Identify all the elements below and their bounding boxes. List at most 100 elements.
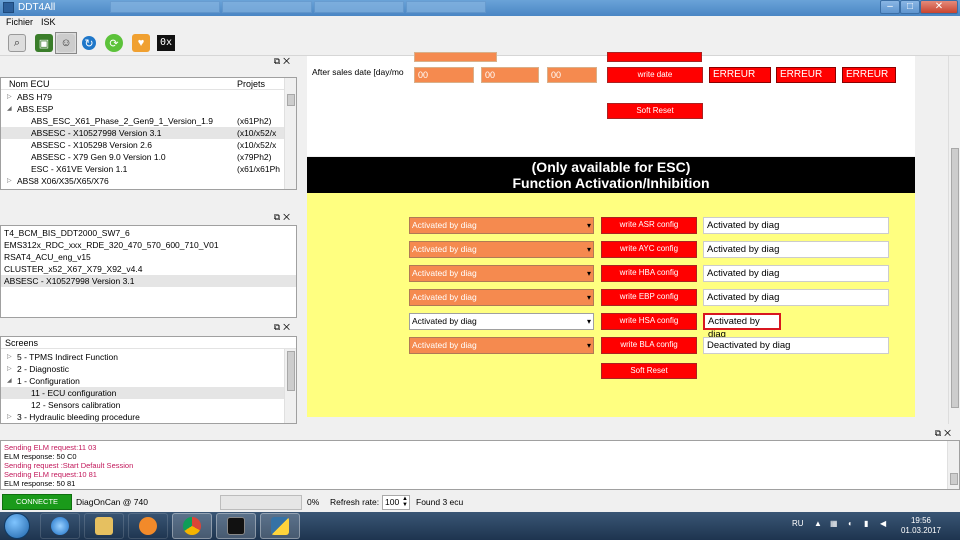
field-partial[interactable] — [414, 52, 497, 62]
config-status-readout: Activated by diag — [703, 241, 889, 258]
write-date-button[interactable]: write date — [607, 67, 703, 83]
screen-tree-row[interactable]: ▷ 5 - TPMS Indirect Function — [1, 351, 285, 363]
obd-adapter-icon[interactable]: ▣ — [33, 32, 55, 54]
expand-arrow-icon[interactable]: ▷ — [7, 175, 12, 187]
write-config-button[interactable]: write EBP config — [601, 289, 697, 306]
ecu-tree-scrollbar[interactable] — [284, 78, 296, 189]
taskbar-media-player-icon[interactable] — [128, 513, 168, 539]
function-mode-select[interactable]: Activated by diag ▾ — [409, 289, 594, 306]
ecu-list-item[interactable]: T4_BCM_BIS_DDT2000_SW7_6 — [1, 227, 296, 239]
hex-mode-icon[interactable]: 0x — [155, 32, 177, 54]
write-button-partial[interactable] — [607, 52, 702, 62]
screen-tree-row[interactable]: ▷ 2 - Diagnostic — [1, 363, 285, 375]
tray-icon[interactable]: ◐ — [848, 519, 853, 528]
chevron-down-icon[interactable]: ▾ — [587, 314, 591, 329]
chevron-down-icon[interactable]: ▾ — [587, 266, 591, 281]
collapse-arrow-icon[interactable]: ◢ — [7, 375, 12, 387]
function-mode-select[interactable]: Activated by diag ▾ — [409, 313, 594, 330]
volume-icon[interactable]: ◀ — [880, 519, 886, 528]
taskbar-explorer-icon[interactable] — [84, 513, 124, 539]
spin-arrows-icon[interactable]: ▲ ▼ — [402, 496, 408, 508]
after-sales-day-field[interactable]: 00 — [414, 67, 474, 83]
ecu-name: ABSESC - X105298 Version 2.6 — [31, 140, 152, 150]
panel-float-close-icon[interactable]: ⧉✕ — [274, 322, 293, 333]
chevron-down-icon[interactable]: ▾ — [587, 242, 591, 257]
taskbar-chrome-icon[interactable] — [172, 513, 212, 539]
ecu-tree-row[interactable]: ◢ ABS.ESP — [1, 103, 285, 115]
ecu-list-item[interactable]: RSAT4_ACU_eng_v15 — [1, 251, 296, 263]
function-mode-select[interactable]: Activated by diag ▾ — [409, 241, 594, 258]
scrollbar-thumb[interactable] — [287, 351, 295, 391]
panel-float-close-icon[interactable]: ⧉✕ — [274, 56, 293, 67]
expand-arrow-icon[interactable]: ▷ — [7, 91, 12, 103]
ecu-tree-row[interactable]: ▷ ABS8 X06/X35/X65/X76 — [1, 175, 285, 187]
ecu-list-item[interactable]: ABSESC - X10527998 Version 3.1 — [1, 275, 296, 287]
menu-isk[interactable]: ISK — [41, 17, 56, 27]
ecu-list-item[interactable]: CLUSTER_x52_X67_X79_X92_v4.4 — [1, 263, 296, 275]
refresh-rate-spinbox[interactable]: 100 ▲ ▼ — [382, 495, 410, 510]
main-vertical-scrollbar[interactable] — [948, 56, 960, 424]
taskbar-python-icon[interactable] — [260, 513, 300, 539]
heartbeat-icon[interactable]: ♥ — [130, 32, 152, 54]
function-mode-select[interactable]: Activated by diag ▾ — [409, 337, 594, 354]
scrollbar-thumb[interactable] — [950, 473, 958, 485]
panel-float-close-icon[interactable]: ⧉✕ — [274, 212, 293, 223]
network-icon[interactable]: ▮ — [864, 519, 868, 528]
screen-tree-row[interactable]: ◢ 1 - Configuration — [1, 375, 285, 387]
expand-arrow-icon[interactable]: ▷ — [7, 411, 12, 423]
tray-icon[interactable]: ▦ — [830, 519, 838, 528]
ecu-tree-row[interactable]: ABSESC - X79 Gen 9.0 Version 1.0 (x79Ph2) — [1, 151, 285, 163]
after-sales-month-field[interactable]: 00 — [481, 67, 539, 83]
start-button-icon[interactable] — [4, 513, 30, 539]
ecu-tree-row[interactable]: ESC - X61VE Version 1.1 (x61/x61Ph — [1, 163, 285, 175]
screen-tree-row[interactable]: ▷ 3 - Hydraulic bleeding procedure — [1, 411, 285, 423]
write-config-button[interactable]: write BLA config — [601, 337, 697, 354]
write-config-button[interactable]: write HBA config — [601, 265, 697, 282]
chevron-down-icon[interactable]: ▾ — [587, 290, 591, 305]
chevron-down-icon[interactable]: ▾ — [587, 218, 591, 233]
column-nom-ecu[interactable]: Nom ECU — [9, 79, 50, 89]
refresh-icon[interactable]: ↻ — [78, 32, 100, 54]
ecu-list-item[interactable]: EMS312x_RDC_xxx_RDE_320_470_570_600_710_… — [1, 239, 296, 251]
taskbar-ie-icon[interactable] — [40, 513, 80, 539]
write-config-button[interactable]: write AYC config — [601, 241, 697, 258]
taskbar-cmd-icon[interactable] — [216, 513, 256, 539]
expand-arrow-icon[interactable]: ▷ — [7, 363, 12, 375]
ecu-tree-row[interactable]: ▷ ABS H79 — [1, 91, 285, 103]
log-line: ELM response: 50 C0 — [4, 452, 77, 461]
scrollbar-thumb[interactable] — [287, 94, 295, 106]
log-scrollbar[interactable] — [947, 441, 959, 489]
function-mode-select[interactable]: Activated by diag ▾ — [409, 217, 594, 234]
panel-float-close-icon[interactable]: ⧉✕ — [935, 428, 954, 439]
screen-tree-row[interactable]: 11 - ECU configuration — [1, 387, 285, 399]
auto-refresh-icon[interactable]: ⟳ — [103, 32, 125, 54]
refresh-rate-value[interactable]: 100 — [385, 497, 399, 507]
minimize-button[interactable]: – — [880, 0, 900, 14]
scan-ecu-icon[interactable]: ⌕ — [6, 32, 28, 54]
ecu-tree-row[interactable]: ABS_ESC_X61_Phase_2_Gen9_1_Version_1.9 (x… — [1, 115, 285, 127]
status-bar: CONNECTE DiagOnCan @ 740 0% Refresh rate… — [0, 492, 960, 512]
maximize-button[interactable]: □ — [900, 0, 920, 14]
close-button[interactable]: ✕ — [920, 0, 958, 14]
write-config-button[interactable]: write HSA config — [601, 313, 697, 330]
function-mode-select[interactable]: Activated by diag ▾ — [409, 265, 594, 282]
collapse-arrow-icon[interactable]: ◢ — [7, 103, 12, 115]
screens-scrollbar[interactable] — [284, 349, 296, 423]
tray-expand-icon[interactable]: ▲ — [814, 519, 822, 528]
chevron-down-icon[interactable]: ▾ — [587, 338, 591, 353]
expand-arrow-icon[interactable]: ▷ — [7, 351, 12, 363]
ecu-tree-row[interactable]: ABSESC - X105298 Version 2.6 (x10/x52/x — [1, 139, 285, 151]
config-status-readout: Activated by diag — [703, 313, 781, 340]
soft-reset-button[interactable]: Soft Reset — [607, 103, 703, 119]
menu-fichier[interactable]: Fichier — [6, 17, 33, 27]
soft-reset-button-bottom[interactable]: Soft Reset — [601, 363, 697, 379]
screen-tree-row[interactable]: 12 - Sensors calibration — [1, 399, 285, 411]
after-sales-year-field[interactable]: 00 — [547, 67, 597, 83]
ecu-tree-row[interactable]: ABSESC - X10527998 Version 3.1 (x10/x52/x — [1, 127, 285, 139]
language-indicator[interactable]: RU — [792, 519, 804, 528]
taskbar-clock[interactable]: 19:56 01.03.2017 — [896, 516, 946, 536]
scrollbar-thumb[interactable] — [951, 148, 959, 408]
column-projets[interactable]: Projets — [237, 79, 265, 89]
expert-mode-icon[interactable]: ☺ — [55, 32, 77, 54]
write-config-button[interactable]: write ASR config — [601, 217, 697, 234]
